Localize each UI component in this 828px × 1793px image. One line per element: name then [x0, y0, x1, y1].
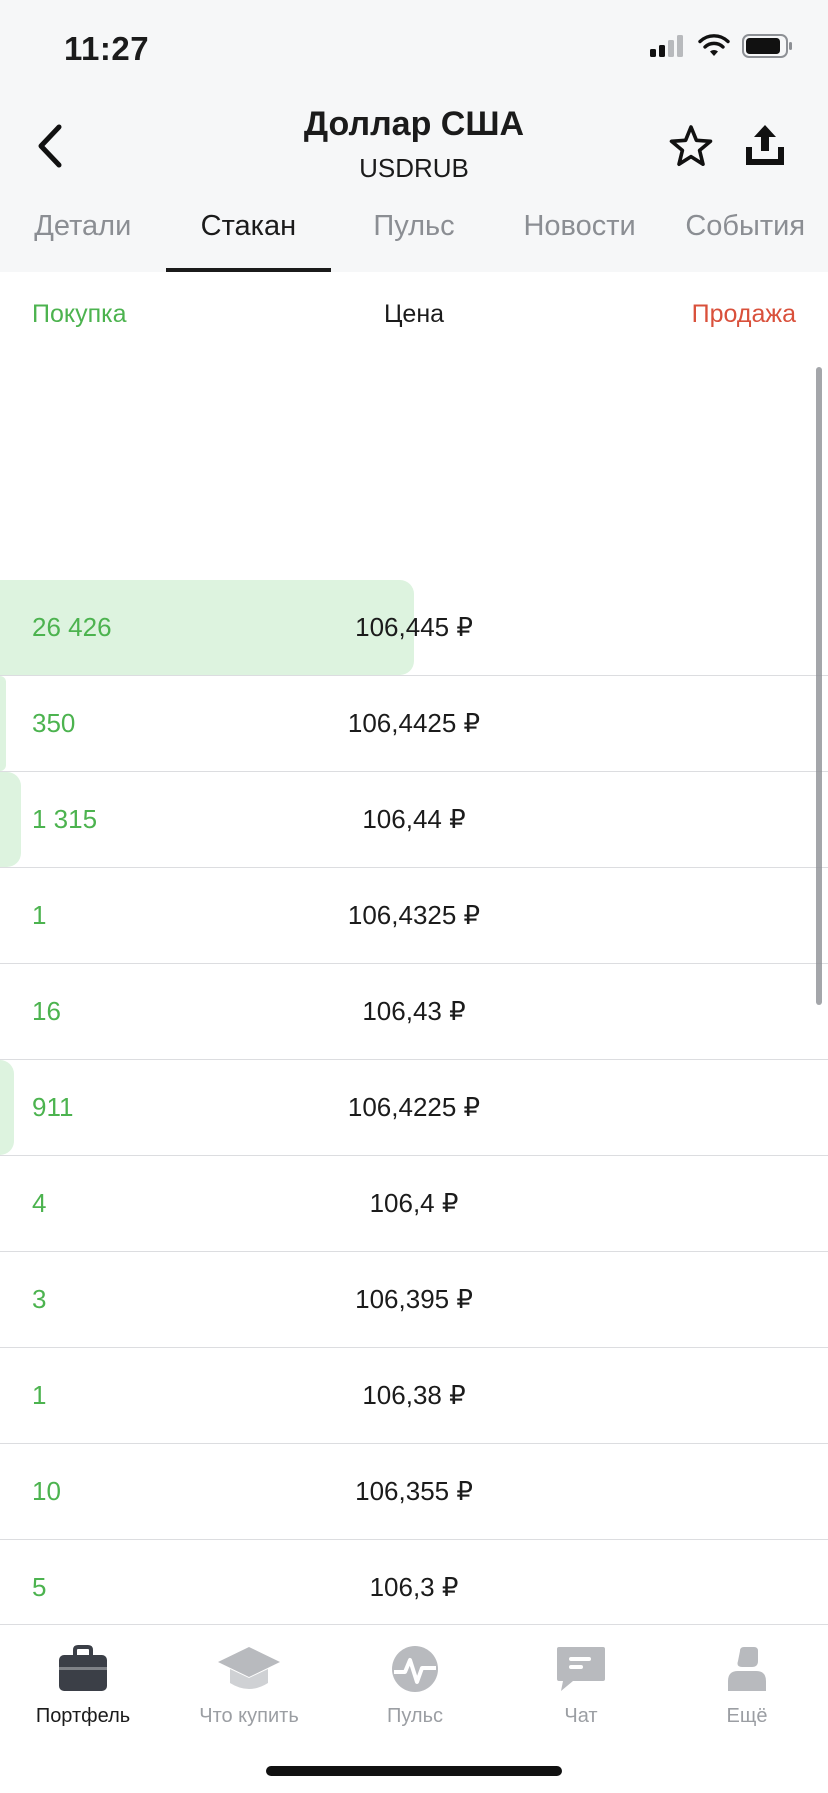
status-bar: 11:27	[0, 0, 828, 96]
chevron-left-icon	[38, 124, 62, 168]
tab-details[interactable]: Детали	[0, 204, 166, 272]
tabbar-item-what-to-buy[interactable]: Что купить	[166, 1639, 332, 1728]
chat-icon	[557, 1647, 605, 1691]
tabbar-label: Пульс	[386, 1705, 444, 1727]
orderbook-row[interactable]: 1 106,4325 ₽	[0, 868, 828, 964]
price-level: 106,4 ₽	[369, 1188, 459, 1218]
orderbook-row[interactable]: 1 106,38 ₽	[0, 1348, 828, 1444]
graduation-cap-icon	[218, 1647, 280, 1689]
price-level: 106,4425 ₽	[347, 708, 481, 738]
tab-news[interactable]: Новости	[497, 204, 663, 272]
share-icon	[746, 125, 784, 165]
orderbook-row[interactable]: 1 315 106,44 ₽	[0, 772, 828, 868]
price-level: 106,38 ₽	[362, 1380, 466, 1410]
price-level: 106,445 ₽	[355, 612, 473, 642]
price-level: 106,3 ₽	[369, 1572, 459, 1602]
price-level: 106,44 ₽	[362, 804, 466, 834]
home-indicator	[266, 1766, 562, 1776]
wifi-icon	[698, 34, 730, 56]
tabbar-label: Ещё	[726, 1705, 768, 1727]
orderbook-row[interactable]: 5 106,3 ₽	[0, 1540, 828, 1635]
tabbar-item-pulse[interactable]: Пульс	[332, 1639, 498, 1728]
tabbar-item-portfolio[interactable]: Портфель	[0, 1639, 166, 1728]
status-icons	[650, 34, 794, 58]
price-level: 106,4225 ₽	[347, 1092, 481, 1122]
tab-orderbook[interactable]: Стакан	[165, 204, 332, 272]
orderbook-row[interactable]: 26 426 106,445 ₽	[0, 580, 828, 676]
profile-icon	[728, 1647, 766, 1691]
pulse-icon	[392, 1646, 438, 1692]
price-level: 106,355 ₽	[355, 1476, 473, 1506]
cellular-signal-icon	[650, 35, 683, 57]
scrollbar[interactable]	[816, 367, 822, 1005]
tabbar-item-chat[interactable]: Чат	[498, 1639, 664, 1728]
price-level: 106,4325 ₽	[347, 900, 481, 930]
briefcase-icon	[59, 1645, 107, 1691]
star-icon	[669, 125, 713, 166]
orderbook-row[interactable]: 16 106,43 ₽	[0, 964, 828, 1060]
tabbar-item-more[interactable]: Ещё	[664, 1639, 828, 1728]
tabbar-label: Портфель	[35, 1705, 131, 1727]
price-level: 106,395 ₽	[355, 1284, 473, 1314]
instrument-title: Доллар США	[303, 105, 525, 143]
favorite-button[interactable]	[660, 114, 722, 178]
orderbook-row[interactable]: 911 106,4225 ₽	[0, 1060, 828, 1156]
price-level: 106,43 ₽	[362, 996, 466, 1026]
status-time: 11:27	[64, 30, 150, 67]
tab-pulse[interactable]: Пульс	[331, 204, 497, 272]
orderbook-row[interactable]: 3 106,395 ₽	[0, 1252, 828, 1348]
title-block: Доллар США USDRUB	[180, 102, 648, 186]
orderbook-list[interactable]: 26 426 106,445 ₽350 106,4425 ₽1 315 106,44 …	[0, 580, 828, 1635]
back-button[interactable]	[18, 114, 82, 178]
buy-column-header: Покупка	[32, 300, 127, 328]
tabs: Детали Стакан Пульс Новости События	[0, 204, 828, 272]
tabbar-label: Чат	[564, 1705, 598, 1727]
orderbook-row[interactable]: 4 106,4 ₽	[0, 1156, 828, 1252]
tabbar-label: Что купить	[199, 1705, 299, 1727]
battery-icon	[742, 34, 792, 58]
orderbook-column-headers: Цена Покупка Продажа	[0, 272, 828, 362]
instrument-header: Доллар США USDRUB Детали Стакан Пульс Но…	[0, 96, 828, 272]
instrument-ticker: USDRUB	[359, 153, 469, 183]
sell-column-header: Продажа	[691, 300, 796, 328]
orderbook-row[interactable]: 350 106,4425 ₽	[0, 676, 828, 772]
tab-events[interactable]: События	[662, 204, 828, 272]
share-button[interactable]	[732, 112, 798, 178]
orderbook-row[interactable]: 10 106,355 ₽	[0, 1444, 828, 1540]
